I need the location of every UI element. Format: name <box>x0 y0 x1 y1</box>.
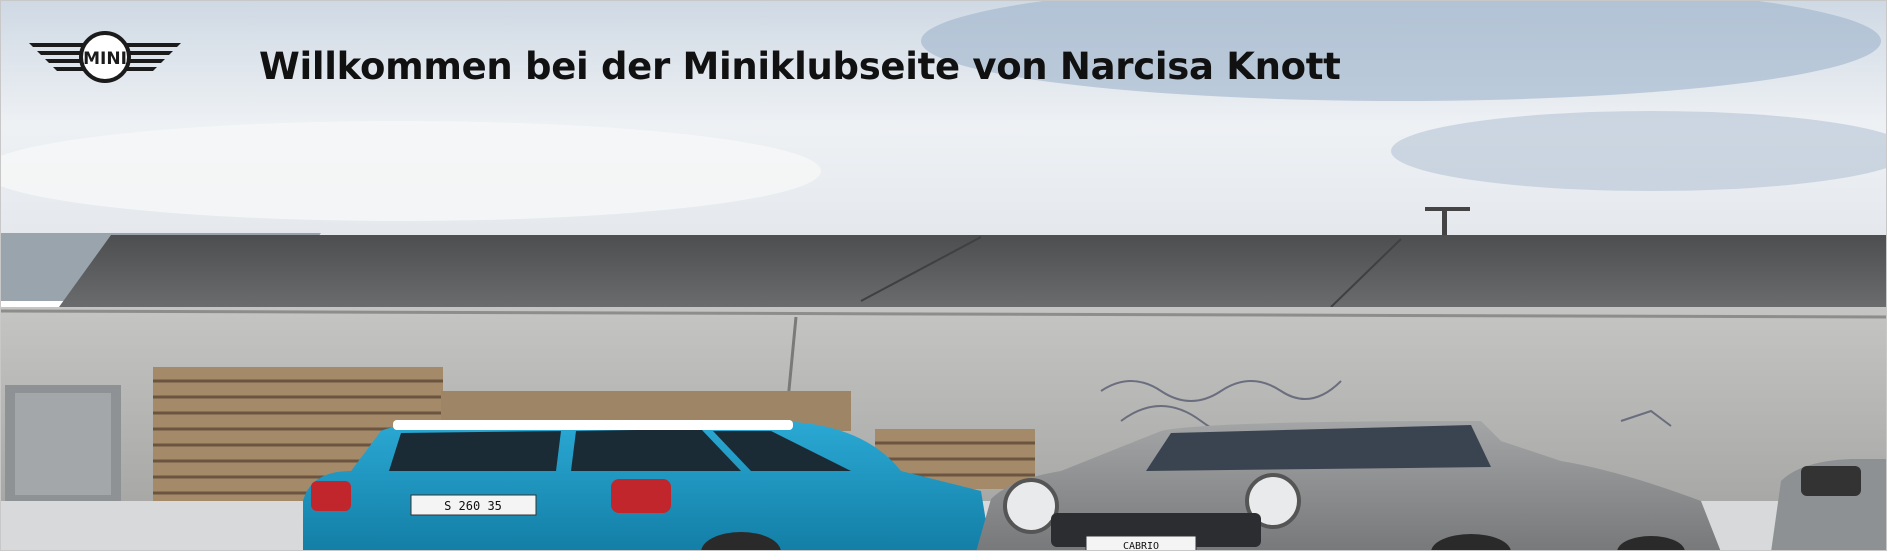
lamp-post <box>1442 209 1447 237</box>
car-left-plate: S 260 35 <box>444 499 502 513</box>
logo-text: MINI <box>83 49 127 69</box>
cloud <box>1391 111 1886 191</box>
side-door-panel <box>15 393 111 495</box>
warehouse-roof <box>59 235 1886 313</box>
hero-banner: S 260 35 CABRIO MINI Willkommen bei der … <box>0 0 1887 551</box>
mini-logo-icon[interactable]: MINI <box>27 29 183 89</box>
lamp-head <box>1425 207 1470 211</box>
page-title: Willkommen bei der Miniklubseite von Nar… <box>259 45 1341 88</box>
car-right-plate: CABRIO <box>1123 541 1159 551</box>
cloud <box>1 121 821 221</box>
partial-car-mirror <box>1801 466 1861 496</box>
